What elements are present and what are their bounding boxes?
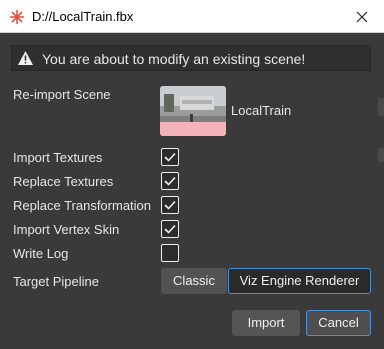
import-vertex-skin-checkbox[interactable] [161,220,179,238]
checkmark-icon [164,224,176,234]
option-label-replace-textures: Replace Textures [13,174,114,189]
app-logo-icon [9,9,25,25]
scrollbar-thumb[interactable] [378,98,384,116]
dialog-body: You are about to modify an existing scen… [0,34,384,349]
close-icon [356,11,368,22]
option-label-write-log: Write Log [13,246,69,261]
reimport-label: Re-import Scene [13,87,111,102]
option-label-replace-transformation: Replace Transformation [13,198,152,213]
checkmark-icon [164,152,176,162]
pipeline-classic-option[interactable]: Classic [161,268,227,294]
window-title: D://LocalTrain.fbx [32,9,134,24]
pipeline-viz-engine-option[interactable]: Viz Engine Renderer [228,268,371,294]
replace-textures-checkbox[interactable] [161,172,179,190]
warning-icon [18,51,33,65]
warning-text: You are about to modify an existing scen… [42,51,306,67]
option-label-import-textures: Import Textures [13,150,103,165]
scene-name: LocalTrain [231,103,292,118]
import-button[interactable]: Import [232,310,300,336]
warning-banner: You are about to modify an existing scen… [11,45,371,71]
option-label-import-vertex-skin: Import Vertex Skin [13,222,120,237]
replace-transformation-checkbox[interactable] [161,196,179,214]
write-log-checkbox[interactable] [161,244,179,262]
title-bar: D://LocalTrain.fbx [0,0,384,33]
scrollbar-track-segment[interactable] [378,148,384,162]
checkmark-icon [164,176,176,186]
pipeline-label: Target Pipeline [13,274,99,289]
import-textures-checkbox[interactable] [161,148,179,166]
checkmark-icon [164,200,176,210]
scene-thumbnail-image [160,86,226,136]
close-button[interactable] [340,0,384,33]
scene-thumbnail[interactable] [160,86,226,136]
cancel-button[interactable]: Cancel [306,310,371,336]
